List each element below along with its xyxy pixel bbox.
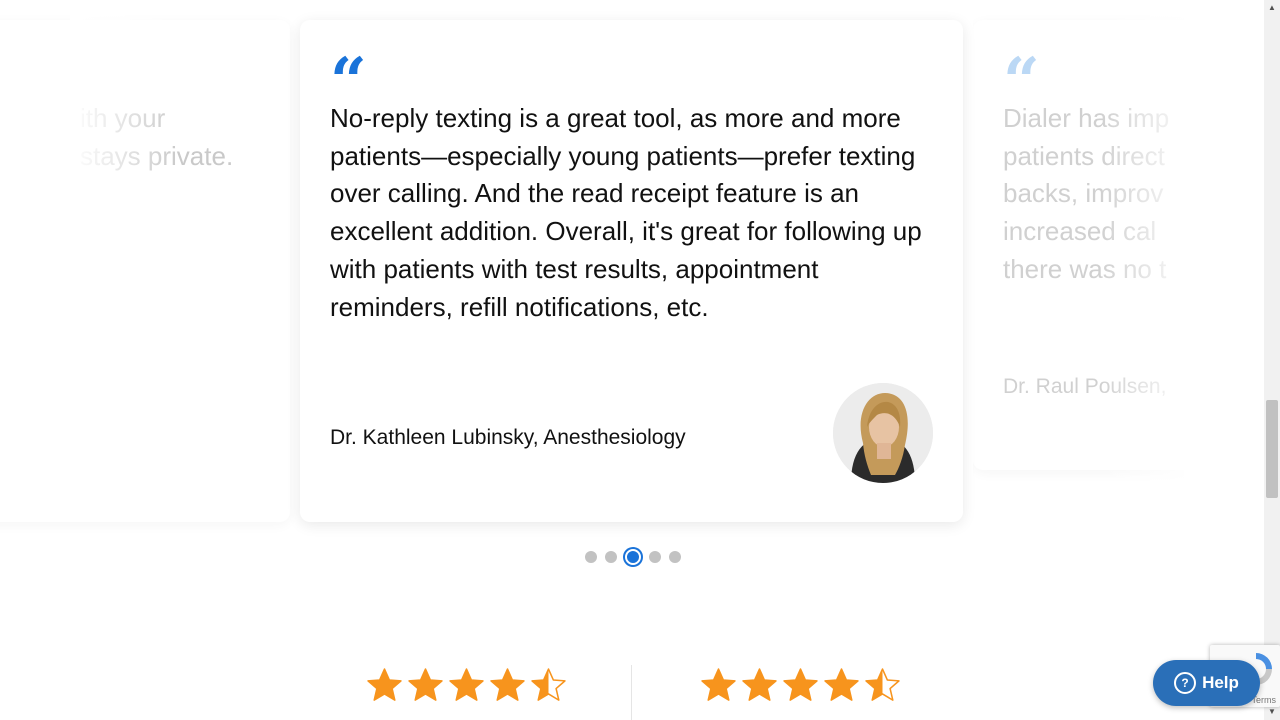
rating-stars-2 (700, 667, 901, 708)
testimonial-card-previous[interactable]: ith your stays private. (0, 20, 290, 522)
star-full-icon (366, 667, 403, 708)
star-half-icon (864, 667, 901, 708)
testimonial-card-active: “ No-reply texting is a great tool, as m… (300, 20, 963, 522)
testimonial-text: Dialer has imp patients direct backs, im… (1003, 103, 1170, 284)
star-full-icon (448, 667, 485, 708)
scroll-down-icon[interactable]: ▼ (1266, 706, 1278, 718)
testimonial-author: Dr. Raul Poulsen, (1003, 375, 1167, 398)
help-button[interactable]: ? Help (1153, 660, 1260, 706)
avatar (833, 383, 933, 483)
testimonial-text: No-reply texting is a great tool, as mor… (330, 103, 922, 322)
pagination-dot-4[interactable] (649, 551, 661, 563)
rating-stars-1 (366, 667, 567, 708)
star-full-icon (700, 667, 737, 708)
testimonial-card-next-clip: “ Dialer has imp patients direct backs, … (973, 0, 1184, 500)
star-full-icon (741, 667, 778, 708)
pagination-dot-1[interactable] (585, 551, 597, 563)
star-full-icon (407, 667, 444, 708)
scrollbar-track[interactable] (1264, 0, 1280, 720)
testimonials-section: ith your stays private. “ No-reply texti… (0, 0, 1264, 720)
pagination-dot-3[interactable] (625, 549, 641, 565)
testimonial-text: ith your stays private. (80, 103, 234, 171)
star-full-icon (782, 667, 819, 708)
pagination-dot-5[interactable] (669, 551, 681, 563)
scroll-up-icon[interactable]: ▲ (1266, 2, 1278, 14)
scrollbar-thumb[interactable] (1266, 400, 1278, 498)
question-icon: ? (1174, 672, 1197, 694)
carousel-pagination (585, 549, 681, 565)
testimonial-author: Dr. Kathleen Lubinsky, Anesthesiology (330, 426, 686, 449)
testimonial-card-next[interactable]: “ Dialer has imp patients direct backs, … (973, 20, 1184, 470)
star-full-icon (489, 667, 526, 708)
help-label: Help (1202, 673, 1239, 692)
star-half-icon (530, 667, 567, 708)
star-full-icon (823, 667, 860, 708)
divider (631, 665, 632, 720)
pagination-dot-2[interactable] (605, 551, 617, 563)
